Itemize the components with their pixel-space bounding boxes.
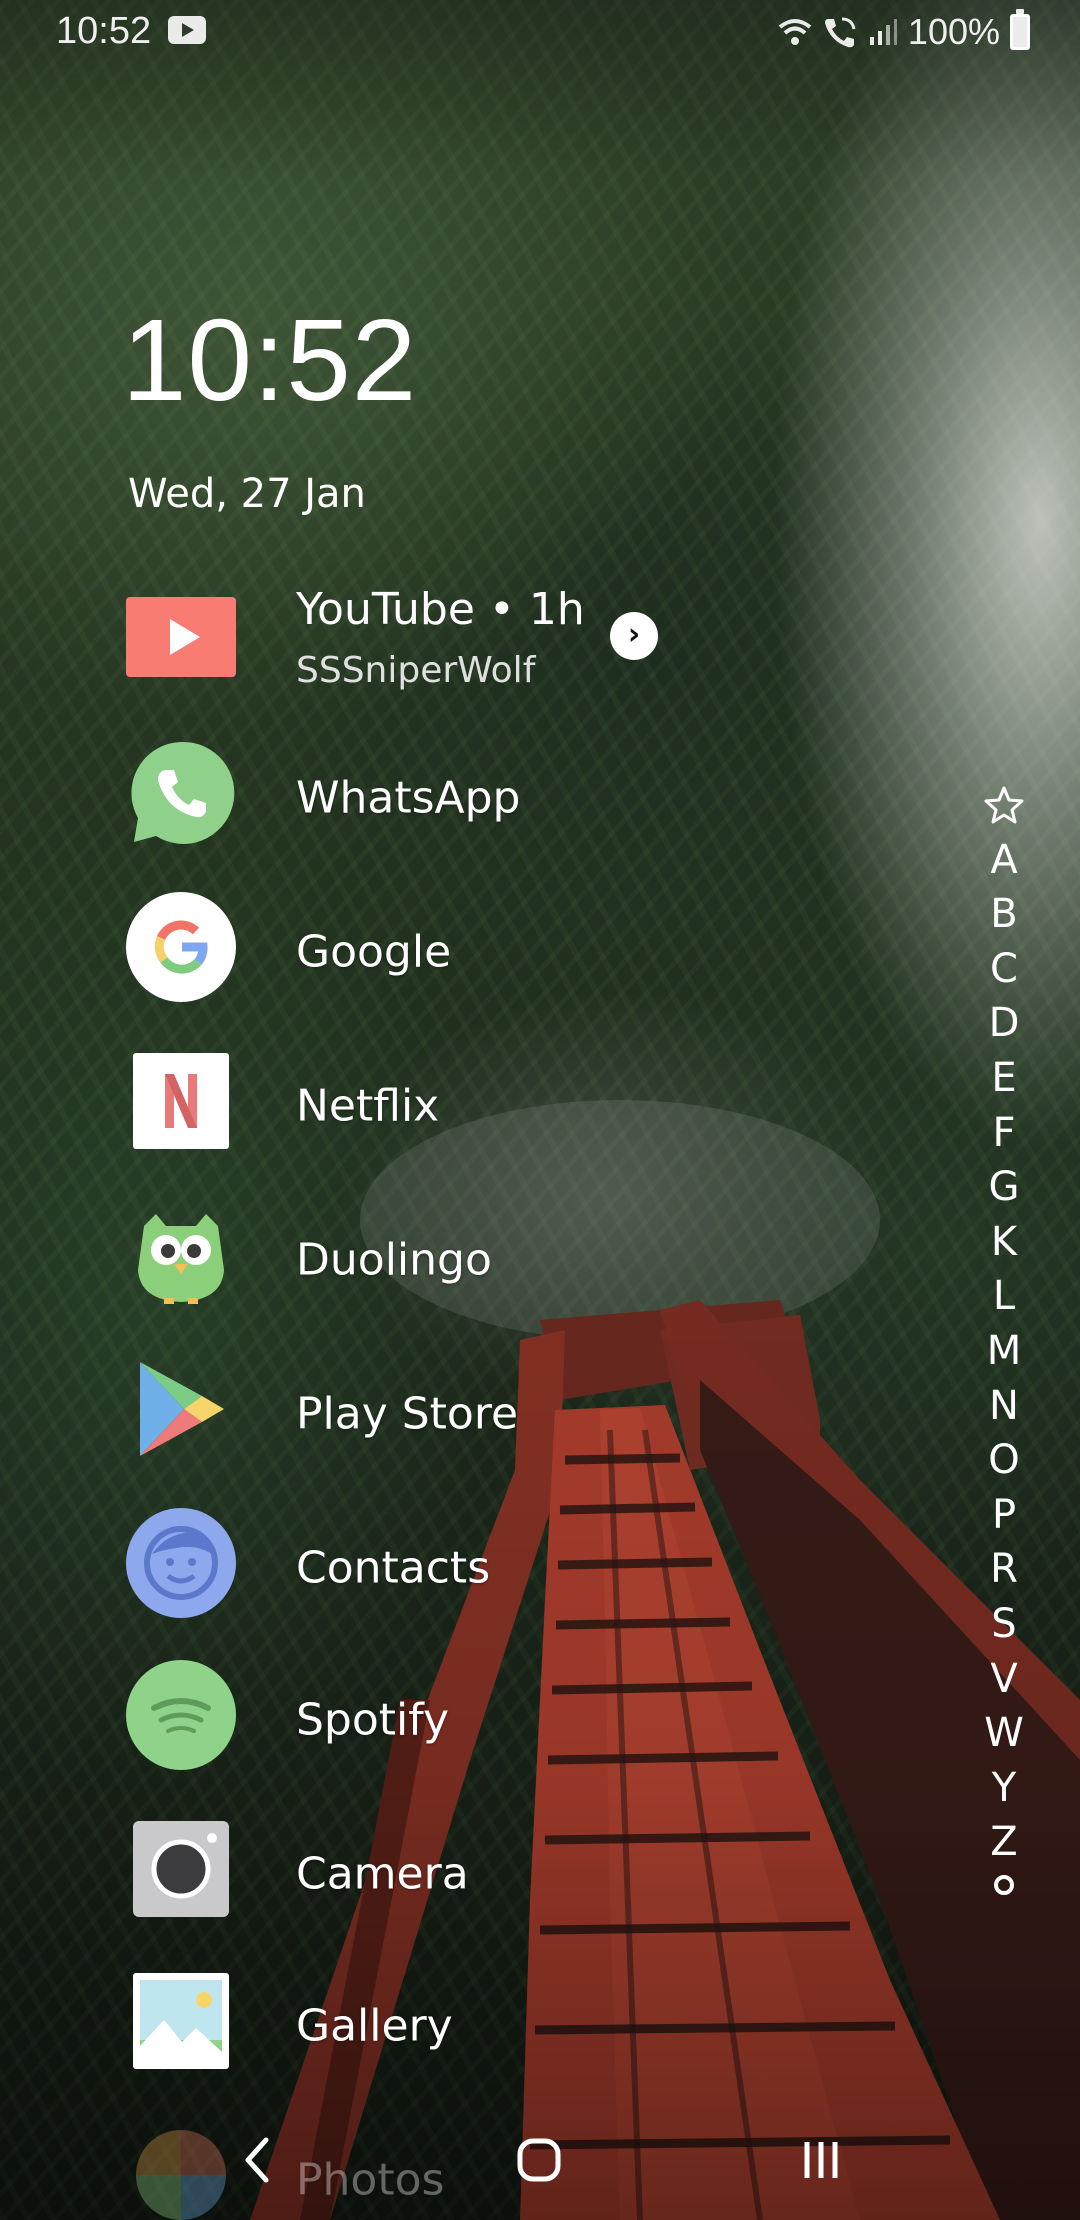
star-icon[interactable] (972, 778, 1036, 833)
alphabet-letter[interactable]: W (972, 1706, 1036, 1761)
alphabet-letter[interactable]: S (972, 1597, 1036, 1652)
notification-subtitle: SSSniperWolf (296, 650, 536, 691)
dot-icon[interactable] (972, 1870, 1036, 1900)
back-icon (245, 2137, 269, 2183)
home-icon (517, 2138, 561, 2182)
alphabet-letter[interactable]: P (972, 1488, 1036, 1543)
back-button[interactable] (212, 2120, 302, 2200)
app-item-google[interactable]: Google (126, 892, 806, 1012)
contacts-icon (126, 1508, 236, 1618)
alphabet-letter[interactable]: D (972, 996, 1036, 1051)
app-label: Gallery (296, 2000, 453, 2052)
app-item-whatsapp[interactable]: WhatsApp (126, 738, 806, 858)
app-list: YouTube • 1h SSSniperWolf › WhatsApp Goo… (0, 0, 960, 2220)
app-item-netflix[interactable]: Netflix (126, 1046, 806, 1166)
alphabet-letter[interactable]: Z (972, 1815, 1036, 1870)
app-label: Contacts (296, 1542, 491, 1594)
notification-title: YouTube • 1h (296, 584, 585, 635)
notification-row-youtube[interactable]: YouTube • 1h SSSniperWolf › (126, 580, 806, 700)
app-item-gallery[interactable]: Gallery (126, 1966, 806, 2086)
alphabet-letter[interactable]: B (972, 887, 1036, 942)
alphabet-letter[interactable]: Y (972, 1761, 1036, 1816)
alphabet-letter[interactable]: L (972, 1269, 1036, 1324)
app-label: Duolingo (296, 1234, 492, 1286)
alphabet-letter[interactable]: E (972, 1051, 1036, 1106)
duolingo-icon (138, 1214, 224, 1304)
app-item-spotify[interactable]: Spotify (126, 1660, 806, 1780)
alphabet-letter[interactable]: A (972, 833, 1036, 888)
alphabet-letter[interactable]: G (972, 1160, 1036, 1215)
alphabet-letter[interactable]: C (972, 942, 1036, 997)
alphabet-letter[interactable]: F (972, 1106, 1036, 1161)
alphabet-letter[interactable]: M (972, 1324, 1036, 1379)
alphabet-letter[interactable]: N (972, 1379, 1036, 1434)
alphabet-letter[interactable]: O (972, 1433, 1036, 1488)
chevron-right-icon[interactable]: › (610, 612, 658, 660)
app-item-play-store[interactable]: Play Store (126, 1354, 806, 1474)
app-label: Netflix (296, 1080, 440, 1132)
battery-icon (1010, 9, 1030, 50)
gallery-icon (133, 1973, 229, 2069)
alphabet-letter[interactable]: R (972, 1542, 1036, 1597)
play-store-icon (140, 1362, 224, 1456)
recents-icon (804, 2142, 838, 2178)
app-item-duolingo[interactable]: Duolingo (126, 1200, 806, 1320)
navigation-bar (0, 2100, 1080, 2220)
whatsapp-icon (131, 741, 235, 844)
app-item-camera[interactable]: Camera (126, 1814, 806, 1934)
app-label: Camera (296, 1848, 469, 1900)
google-icon (126, 892, 236, 1002)
app-item-contacts[interactable]: Contacts (126, 1508, 806, 1628)
app-label: Google (296, 926, 452, 978)
youtube-icon (126, 597, 236, 677)
netflix-icon (133, 1053, 229, 1149)
alphabet-letters: ABCDEFGKLMNOPRSVWYZ (972, 833, 1036, 1870)
home-button[interactable] (494, 2120, 584, 2200)
app-label: WhatsApp (296, 772, 521, 824)
alphabet-index[interactable]: ABCDEFGKLMNOPRSVWYZ (972, 778, 1036, 1900)
app-label: Play Store (296, 1388, 519, 1440)
app-label: Spotify (296, 1694, 450, 1746)
camera-icon (133, 1821, 229, 1917)
recents-button[interactable] (776, 2120, 866, 2200)
spotify-icon (126, 1660, 236, 1770)
alphabet-letter[interactable]: K (972, 1215, 1036, 1270)
alphabet-letter[interactable]: V (972, 1652, 1036, 1707)
